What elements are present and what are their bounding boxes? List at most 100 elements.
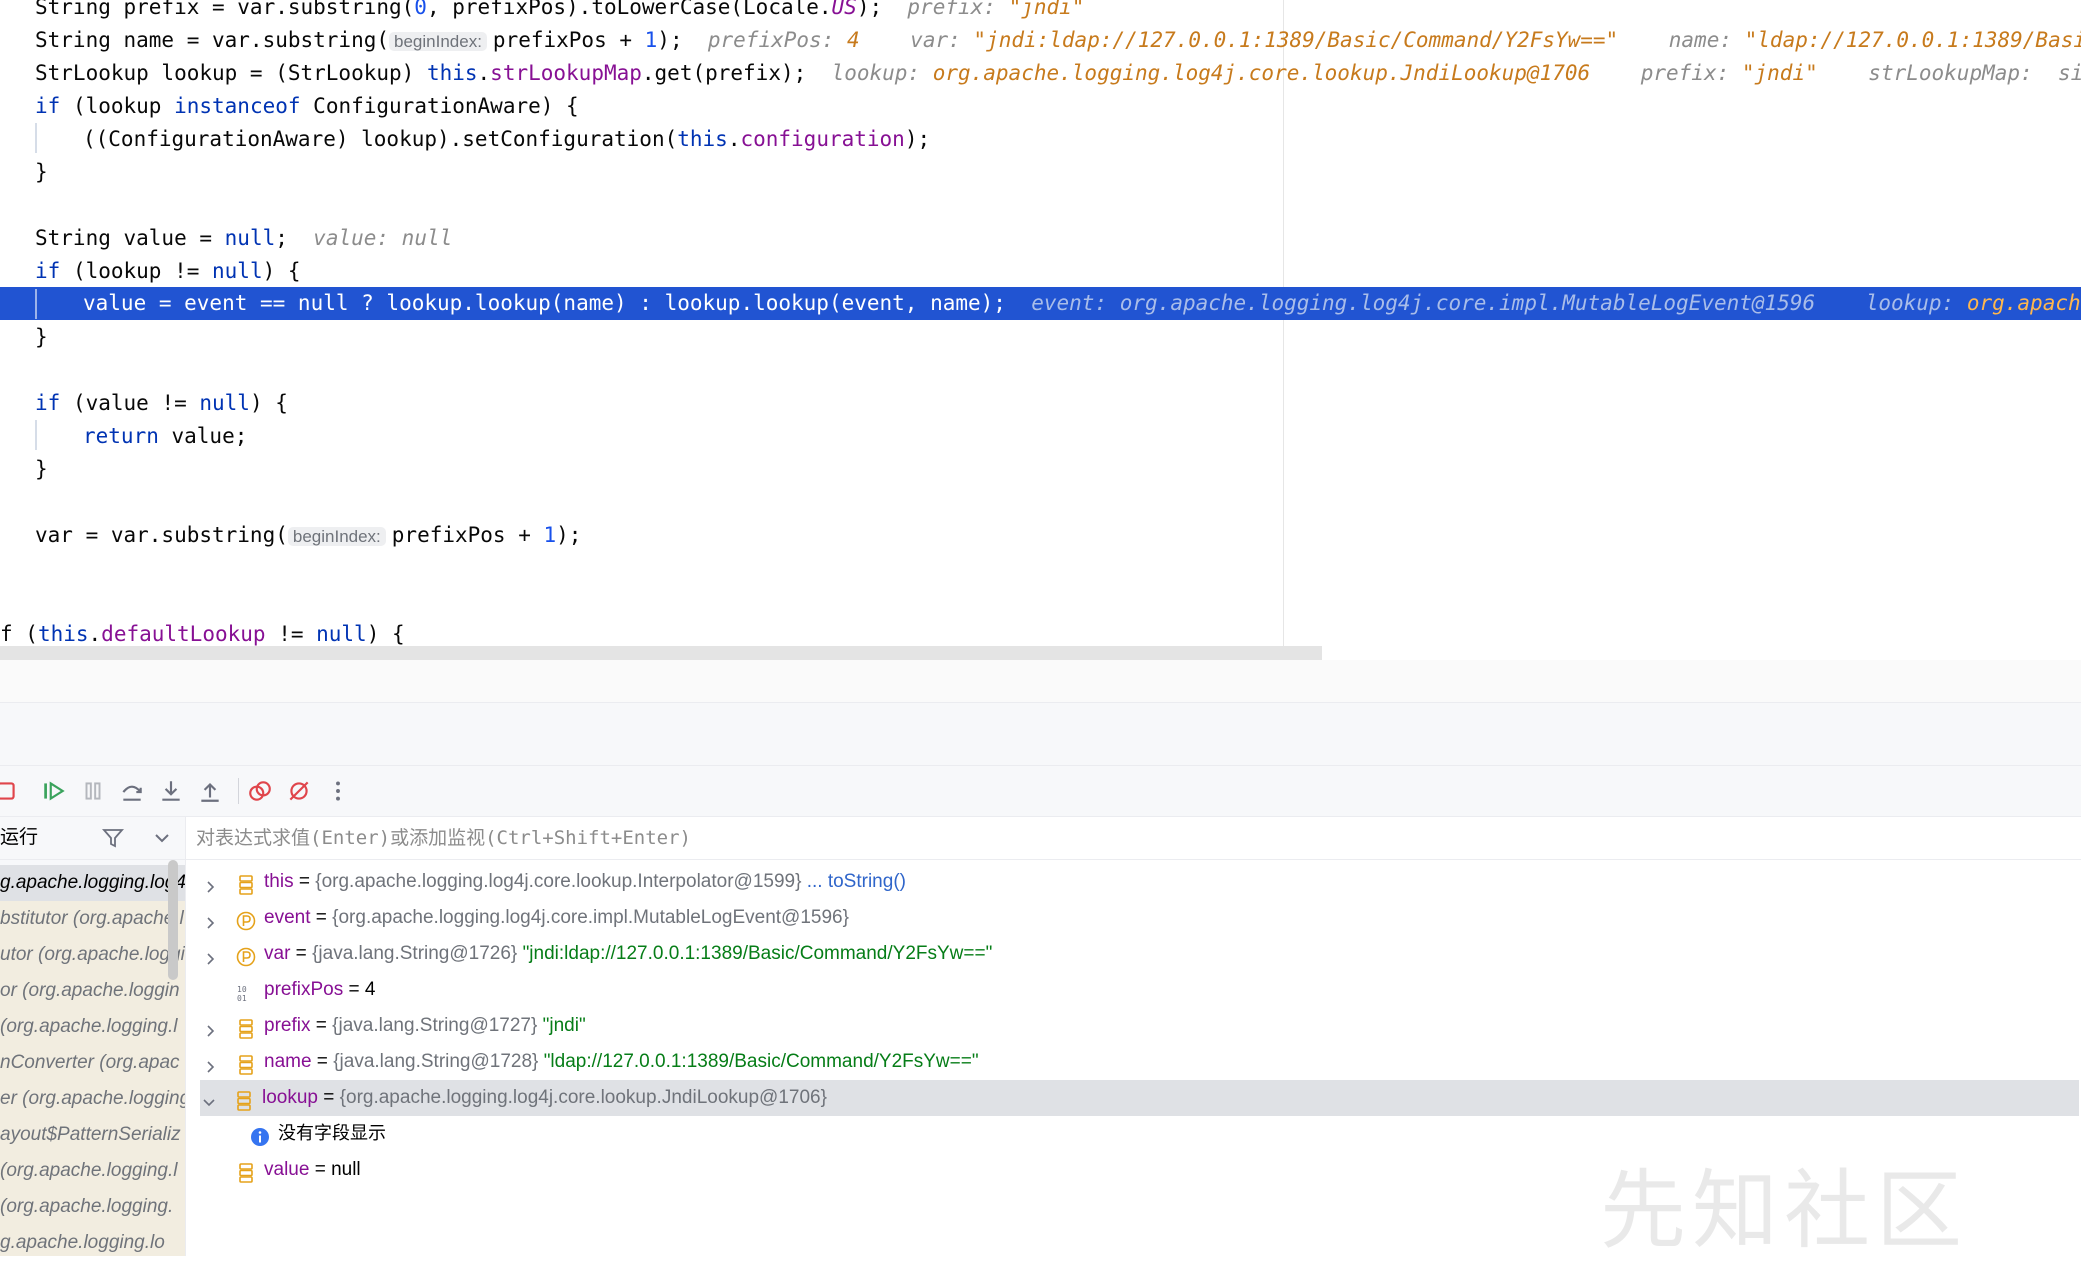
code-token: } bbox=[35, 160, 48, 184]
code-token: String name = var.substring( bbox=[35, 28, 390, 52]
inline-debug-value: org.apache.logging.log4j.core.lookup.Jnd… bbox=[932, 61, 1591, 85]
variable-row-lookup[interactable]: lookup = {org.apache.logging.log4j.core.… bbox=[200, 1080, 2079, 1116]
indent-guide bbox=[35, 123, 37, 153]
variable-type: {java.lang.String@1728} bbox=[333, 1051, 539, 1072]
variable-row-prefixpos[interactable]: 10 01 prefixPos = 4 bbox=[202, 972, 2081, 1008]
frame-item[interactable]: g.apache.logging.log4 bbox=[0, 865, 185, 901]
equals-sign: = bbox=[343, 979, 365, 1000]
chevron-right-icon[interactable] bbox=[202, 1017, 220, 1037]
view-breakpoints-icon[interactable] bbox=[244, 775, 276, 807]
frame-item[interactable]: (org.apache.logging.l bbox=[0, 1153, 185, 1189]
variable-value: "jndi" bbox=[542, 1015, 586, 1036]
inline-debug-value: org.apache.loggin bbox=[1966, 291, 2081, 315]
code-token: StrLookup lookup = (StrLookup) bbox=[35, 61, 427, 85]
code-line[interactable]: } bbox=[35, 156, 48, 189]
frame-item[interactable]: g.apache.logging.lo bbox=[0, 1225, 185, 1256]
chevron-down-icon[interactable] bbox=[150, 826, 174, 855]
evaluate-expression-bar[interactable]: 对表达式求值(Enter)或添加监视(Ctrl+Shift+Enter) bbox=[186, 817, 2081, 860]
variable-name: lookup bbox=[262, 1087, 318, 1108]
variable-name: var bbox=[264, 943, 291, 964]
code-line[interactable]: return value; bbox=[83, 420, 247, 453]
code-token: ); bbox=[556, 523, 582, 547]
frames-scrollbar[interactable] bbox=[168, 860, 178, 980]
filter-icon[interactable] bbox=[101, 826, 125, 855]
frame-item[interactable]: er (org.apache.logging bbox=[0, 1081, 185, 1117]
inline-debug-value: prefixPos: bbox=[707, 28, 847, 52]
variable-row-name[interactable]: name = {java.lang.String@1728} "ldap://1… bbox=[202, 1044, 2081, 1080]
debug-tabs-area bbox=[0, 703, 2081, 766]
more-options-icon[interactable] bbox=[322, 775, 354, 807]
info-icon bbox=[250, 1124, 270, 1146]
code-line[interactable]: } bbox=[35, 453, 48, 486]
pause-icon[interactable] bbox=[77, 775, 109, 807]
step-into-icon[interactable] bbox=[155, 775, 187, 807]
field-icon bbox=[236, 1016, 256, 1039]
field-icon bbox=[236, 1052, 256, 1075]
frame-item[interactable]: nConverter (org.apac bbox=[0, 1045, 185, 1081]
code-token: (value != bbox=[60, 391, 200, 415]
frame-item[interactable]: utor (org.apache.loggi bbox=[0, 937, 185, 973]
code-token: . bbox=[477, 61, 491, 85]
chevron-right-icon[interactable] bbox=[202, 909, 220, 929]
mute-breakpoints-icon[interactable] bbox=[283, 775, 315, 807]
horizontal-scrollbar[interactable] bbox=[0, 646, 1322, 660]
code-token: ); bbox=[657, 28, 708, 52]
variable-row-prefix[interactable]: prefix = {java.lang.String@1727} "jndi" bbox=[202, 1008, 2081, 1044]
code-line[interactable]: if (value != null) { bbox=[35, 387, 288, 420]
code-line[interactable]: if (lookup instanceof ConfigurationAware… bbox=[35, 90, 579, 123]
inline-debug-value: strLookupMap: size = 12 bbox=[1868, 61, 2081, 85]
frame-item[interactable]: bstitutor (org.apache.l bbox=[0, 901, 185, 937]
code-editor[interactable]: String prefix = var.substring(0, prefixP… bbox=[0, 0, 2081, 660]
chevron-right-icon[interactable] bbox=[202, 873, 220, 893]
stop-icon[interactable] bbox=[0, 775, 22, 807]
code-line[interactable]: } bbox=[35, 321, 48, 354]
frame-item[interactable]: (org.apache.logging. bbox=[0, 1189, 185, 1225]
frame-item[interactable]: or (org.apache.loggin bbox=[0, 973, 185, 1009]
code-token: ) { bbox=[366, 622, 405, 646]
step-out-icon[interactable] bbox=[194, 775, 226, 807]
code-line[interactable]: if (lookup != null) { bbox=[35, 255, 301, 288]
code-token: var = var.substring( bbox=[35, 523, 288, 547]
equals-sign: = bbox=[290, 943, 313, 964]
equals-sign: = bbox=[318, 1087, 340, 1108]
resume-icon[interactable] bbox=[38, 775, 70, 807]
chevron-down-icon[interactable] bbox=[200, 1089, 218, 1107]
variable-value: "ldap://127.0.0.1:1389/Basic/Command/Y2F… bbox=[543, 1051, 979, 1072]
code-line[interactable]: String name = var.substring(beginIndex: p… bbox=[35, 24, 2081, 57]
code-token: String value = bbox=[35, 226, 225, 250]
chevron-right-icon[interactable] bbox=[202, 1053, 220, 1073]
inline-debug-value: "jndi" bbox=[1741, 61, 1818, 85]
code-token: this bbox=[677, 127, 728, 151]
code-token: 1 bbox=[644, 28, 658, 52]
to-string-link[interactable]: ... toString() bbox=[807, 871, 906, 892]
parameter-icon bbox=[236, 944, 256, 967]
code-token: (lookup bbox=[60, 94, 175, 118]
code-line[interactable]: String value = null; value: null bbox=[35, 222, 452, 255]
current-execution-line[interactable]: value = event == null ? lookup.lookup(na… bbox=[0, 287, 2081, 320]
code-token: != bbox=[265, 622, 317, 646]
variable-name: event bbox=[264, 907, 311, 928]
chevron-right-icon[interactable] bbox=[202, 945, 220, 965]
code-line[interactable]: var = var.substring(beginIndex: prefixPos… bbox=[35, 519, 581, 552]
variable-row-this[interactable]: this = {org.apache.logging.log4j.core.lo… bbox=[202, 864, 2081, 900]
variable-type: {java.lang.String@1727} bbox=[332, 1015, 538, 1036]
watermark: 先知社区 bbox=[1600, 1161, 1968, 1261]
field-icon bbox=[234, 1088, 254, 1111]
inline-debug-value: lookup: bbox=[831, 61, 933, 85]
code-line[interactable]: StrLookup lookup = (StrLookup) this.strL… bbox=[35, 57, 2081, 90]
code-line[interactable]: String prefix = var.substring(0, prefixP… bbox=[35, 0, 1084, 24]
variable-row-event[interactable]: event = {org.apache.logging.log4j.core.i… bbox=[202, 900, 2081, 936]
code-token: defaultLookup bbox=[101, 622, 266, 646]
frame-item[interactable]: ayout$PatternSerializ bbox=[0, 1117, 185, 1153]
frames-list: g.apache.logging.log4 bstitutor (org.apa… bbox=[0, 860, 186, 1256]
indent-guide bbox=[35, 289, 37, 319]
frame-item[interactable]: (org.apache.logging.l bbox=[0, 1009, 185, 1045]
equals-sign: = bbox=[310, 1015, 333, 1036]
step-over-icon[interactable] bbox=[116, 775, 148, 807]
parameter-hint: beginIndex: bbox=[389, 32, 487, 51]
code-token: .get(prefix); bbox=[641, 61, 832, 85]
variable-row-var[interactable]: var = {java.lang.String@1726} "jndi:ldap… bbox=[202, 936, 2081, 972]
equals-sign: = bbox=[310, 907, 333, 928]
code-line[interactable]: ((ConfigurationAware) lookup).setConfigu… bbox=[83, 123, 930, 156]
evaluate-expression-input[interactable]: 对表达式求值(Enter)或添加监视(Ctrl+Shift+Enter) bbox=[196, 817, 691, 859]
